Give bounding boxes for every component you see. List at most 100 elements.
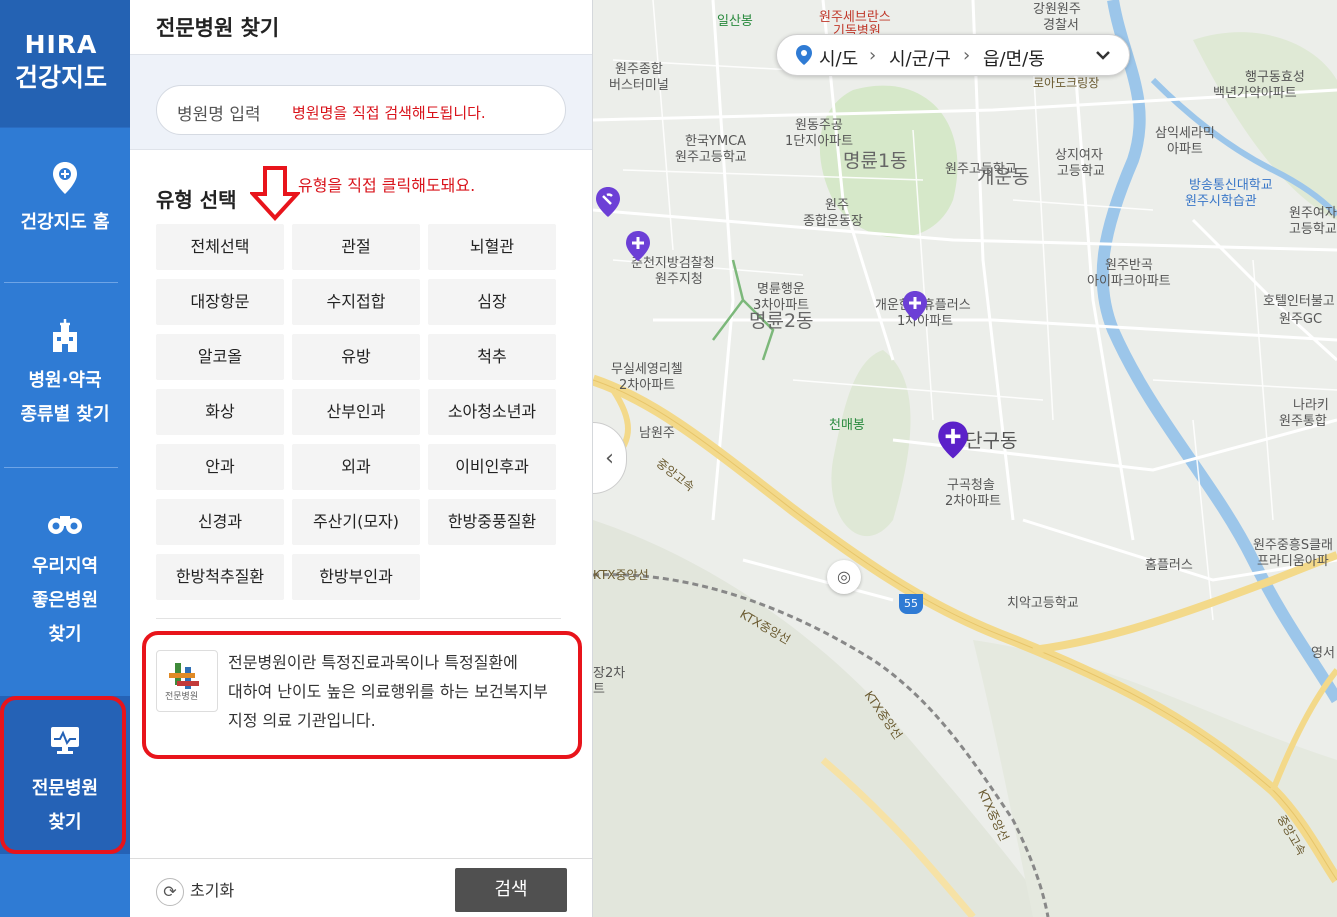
map-label: 원주 (825, 198, 849, 213)
type-option[interactable]: 산부인과 (292, 389, 420, 435)
type-option[interactable]: 알코올 (156, 334, 284, 380)
type-option[interactable]: 안과 (156, 444, 284, 490)
reset-button[interactable]: ⟳ 초기화 (156, 877, 234, 906)
down-arrow-annotation-icon (250, 166, 300, 221)
nav-item-hospital-type[interactable]: 병원·약국 종류별 찾기 (0, 316, 130, 466)
map-label: 프라디움아파 (1257, 554, 1329, 569)
type-option[interactable]: 수지접합 (292, 279, 420, 325)
type-option[interactable]: 척추 (428, 334, 556, 380)
type-option[interactable]: 한방부인과 (292, 554, 420, 600)
logo-line-1: HIRA (24, 30, 98, 59)
region-sido[interactable]: 시/도 (819, 45, 858, 71)
type-option[interactable]: 대장항문 (156, 279, 284, 325)
type-option[interactable]: 이비인후과 (428, 444, 556, 490)
type-option[interactable]: 외과 (292, 444, 420, 490)
map-label: 무실세영리첼 (611, 362, 683, 377)
region-eupmyeondong[interactable]: 읍/면/동 (983, 45, 1045, 71)
type-select-heading: 유형 선택 (156, 188, 237, 212)
type-option[interactable]: 전체선택 (156, 224, 284, 270)
nav-item-good-hospital[interactable]: 우리지역 좋은병원 찾기 (0, 502, 130, 652)
highway-55-shield: 55 (899, 594, 923, 614)
map-label: 강원원주 (1033, 2, 1081, 17)
map-label: 경찰서 (1043, 18, 1079, 33)
location-pin-icon (796, 45, 812, 65)
nav-item-home-label: 건강지도 홈 (20, 212, 110, 233)
map-label: 버스터미널 (609, 78, 669, 93)
map-label: 2차아파트 (945, 494, 1002, 509)
map-label: 남원주 (639, 426, 675, 441)
map-label: 원주종합 (615, 62, 663, 77)
map-label: 개운동 (977, 166, 1030, 188)
map-label: 명륜행운 (757, 282, 805, 297)
nav-divider (4, 282, 118, 283)
type-option[interactable]: 주산기(모자) (292, 499, 420, 545)
target-icon: ◎ (837, 567, 851, 586)
map-label: 원주통합 (1279, 414, 1327, 429)
map-label: 원주고등학교 (675, 150, 747, 165)
map-label: 홈플러스 (1145, 558, 1193, 573)
map-label: 종합운동장 (803, 214, 863, 229)
map-label: 상지여자 (1055, 148, 1103, 163)
type-annotation: 유형을 직접 클릭해도돼요. (298, 176, 476, 195)
type-option[interactable]: 화상 (156, 389, 284, 435)
map-label: 명륜2동 (749, 310, 814, 332)
nav-item-good-hospital-label-2: 좋은병원 (31, 590, 99, 611)
map-label: 원주반곡 (1105, 258, 1153, 273)
map-label: 트 (593, 682, 605, 697)
type-option[interactable]: 뇌혈관 (428, 224, 556, 270)
hospital-pin-icon[interactable] (625, 230, 651, 262)
map-label: 원주세브란스 (819, 10, 891, 25)
current-location-button[interactable]: ◎ (827, 560, 861, 594)
left-nav: HIRA 건강지도 건강지도 홈 병원·약국 종류별 찾기 우리지역 좋은병원 … (0, 0, 130, 917)
map-label: 단구동 (965, 430, 1018, 452)
map-label: 고등학교 (1289, 222, 1337, 237)
type-option[interactable]: 한방척추질환 (156, 554, 284, 600)
hospital-name-placeholder: 병원명 입력 (177, 105, 261, 125)
type-option[interactable]: 관절 (292, 224, 420, 270)
region-sigungu[interactable]: 시/군/구 (889, 45, 951, 71)
chevron-down-icon[interactable] (1095, 50, 1111, 62)
type-option[interactable]: 한방중풍질환 (428, 499, 556, 545)
search-button[interactable]: 검색 (455, 868, 567, 912)
type-option[interactable]: 소아청소년과 (428, 389, 556, 435)
nav-item-hospital-type-label-2: 종류별 찾기 (20, 404, 110, 425)
refresh-icon: ⟳ (156, 877, 184, 906)
map-label: KTX중앙선 (593, 568, 649, 582)
location-pin-icon (53, 162, 77, 194)
panel-title: 전문병원 찾기 (156, 16, 280, 40)
type-option[interactable]: 유방 (292, 334, 420, 380)
map-label: 삼익세라믹 (1155, 126, 1215, 141)
hospital-pin-icon[interactable] (937, 420, 969, 460)
map-label: 원주지청 (655, 272, 703, 287)
map-label: 치악고등학교 (1007, 596, 1079, 611)
map-label: 고등학교 (1057, 164, 1105, 179)
hira-logo[interactable]: HIRA 건강지도 (0, 0, 130, 128)
hospital-building-icon (53, 319, 77, 352)
map-label: 원동주공 (795, 118, 843, 133)
chevron-left-icon: ‹ (605, 446, 614, 471)
binoculars-icon (48, 516, 82, 534)
map-label: 구곡청솔 (947, 478, 995, 493)
type-option[interactable]: 심장 (428, 279, 556, 325)
nav-item-home[interactable]: 건강지도 홈 (0, 158, 130, 282)
map-label: 방송통신대학교 (1189, 178, 1273, 193)
map-label: 천매봉 (829, 418, 865, 433)
chevron-right-icon: › (869, 45, 877, 66)
map-label: 원주여자 (1289, 206, 1337, 221)
nav-item-hospital-type-label-1: 병원·약국 (28, 370, 102, 391)
search-annotation: 병원명을 직접 검색해도됩니다. (292, 104, 486, 122)
search-panel: 전문병원 찾기 병원명 입력 병원명을 직접 검색해도됩니다. 유형 선택 유형… (130, 0, 593, 917)
hospital-pin-icon[interactable] (902, 290, 928, 322)
map-label: 아이파크아파트 (1087, 274, 1171, 289)
map-label: 일산봉 (717, 14, 753, 29)
map-view[interactable]: 일산봉 원주세브란스 기독병원 강원원주 경찰서 원주종합 버스터미널 행구동효… (593, 0, 1337, 917)
region-select[interactable]: 시/도 › 시/군/구 › 읍/면/동 (776, 34, 1130, 76)
map-label: 영서 (1311, 646, 1335, 661)
hospital-pin-icon[interactable] (595, 186, 621, 218)
highlight-box-nav (0, 696, 126, 854)
map-label: 원주GC (1279, 312, 1323, 327)
nav-item-good-hospital-label-3: 찾기 (48, 624, 82, 645)
hospital-name-input[interactable]: 병원명 입력 병원명을 직접 검색해도됩니다. (156, 85, 566, 135)
type-option[interactable]: 신경과 (156, 499, 284, 545)
chevron-right-icon: › (963, 45, 971, 66)
